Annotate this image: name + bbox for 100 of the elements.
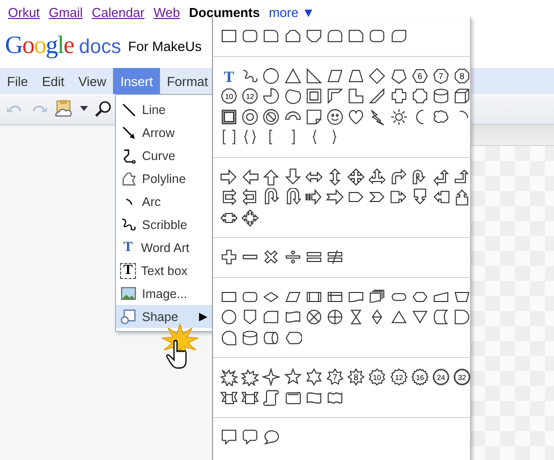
curved-up-arrow-icon[interactable] bbox=[262, 188, 280, 206]
menu-option[interactable]: Polyline bbox=[116, 167, 212, 190]
bracket-pair-icon[interactable] bbox=[220, 128, 238, 146]
left-right-up-arrow-icon[interactable] bbox=[368, 168, 386, 186]
rectangle-icon[interactable] bbox=[220, 27, 238, 45]
menu-item[interactable]: File bbox=[0, 68, 35, 94]
lightning-bolt-icon[interactable] bbox=[368, 108, 386, 126]
half-frame-icon[interactable] bbox=[326, 87, 344, 105]
oval-callout-icon[interactable] bbox=[262, 428, 280, 446]
left-arrow-callout-icon[interactable] bbox=[432, 188, 450, 206]
right-arrow-callout-icon[interactable] bbox=[390, 188, 408, 206]
menu-option[interactable]: Line bbox=[116, 98, 212, 121]
merge-icon[interactable] bbox=[410, 308, 429, 326]
triangle-icon[interactable] bbox=[284, 66, 302, 84]
four-point-star-icon[interactable] bbox=[262, 368, 280, 386]
pie-icon[interactable] bbox=[262, 87, 280, 105]
no-symbol-icon[interactable] bbox=[262, 108, 280, 126]
rounded-rectangle-icon[interactable] bbox=[241, 27, 260, 45]
twelve-point-star-icon[interactable]: 12 bbox=[390, 368, 408, 386]
five-point-star-icon[interactable] bbox=[284, 368, 302, 386]
ellipse-icon[interactable] bbox=[262, 66, 280, 84]
plaque-icon[interactable] bbox=[410, 87, 429, 105]
cube-icon[interactable] bbox=[453, 87, 472, 105]
connector-icon[interactable] bbox=[220, 308, 238, 326]
image-icon[interactable] bbox=[54, 99, 74, 119]
six-point-star-icon[interactable] bbox=[304, 368, 323, 386]
menu-option[interactable]: Arc bbox=[116, 190, 212, 213]
menu-option[interactable]: Scribble bbox=[116, 213, 212, 236]
cross-icon[interactable] bbox=[390, 87, 408, 105]
menu-option[interactable]: Shape ▶ bbox=[116, 305, 212, 328]
quad-arrow-icon[interactable] bbox=[347, 168, 366, 186]
left-up-arrow-icon[interactable] bbox=[432, 168, 450, 186]
menu-option[interactable]: Curve bbox=[116, 144, 212, 167]
sixteen-point-star-icon[interactable]: 16 bbox=[410, 368, 429, 386]
striped-right-arrow-icon[interactable] bbox=[304, 188, 323, 206]
search-icon[interactable] bbox=[94, 100, 112, 118]
octagon-icon[interactable]: 8 bbox=[453, 66, 472, 84]
right-triangle-icon[interactable] bbox=[304, 66, 323, 84]
menu-item[interactable]: View bbox=[71, 68, 114, 94]
nav-link[interactable]: Orkut bbox=[8, 4, 40, 20]
diagonal-stripe-icon[interactable] bbox=[368, 87, 386, 105]
delay-icon[interactable] bbox=[453, 308, 472, 326]
can-icon[interactable] bbox=[432, 87, 450, 105]
vertical-scroll-icon[interactable] bbox=[262, 388, 280, 406]
thirty-two-point-star-icon[interactable]: 32 bbox=[453, 368, 472, 386]
right-arrow-icon[interactable] bbox=[220, 168, 238, 186]
menu-item[interactable]: Format bbox=[160, 68, 215, 94]
rectangular-callout-icon[interactable] bbox=[220, 428, 238, 446]
bent-up-arrow-icon[interactable] bbox=[453, 168, 472, 186]
folded-corner-icon[interactable] bbox=[304, 108, 323, 126]
summing-junction-icon[interactable] bbox=[304, 308, 323, 326]
explosion-two-icon[interactable] bbox=[241, 368, 260, 386]
twenty-four-point-star-icon[interactable]: 24 bbox=[432, 368, 450, 386]
bevel-icon[interactable] bbox=[220, 108, 238, 126]
l-shape-icon[interactable] bbox=[347, 87, 366, 105]
explosion-icon[interactable] bbox=[220, 368, 238, 386]
not-equal-icon[interactable] bbox=[326, 248, 344, 266]
seven-point-star-icon[interactable]: 7 bbox=[326, 368, 344, 386]
rounded-callout-icon[interactable] bbox=[241, 428, 260, 446]
card-icon[interactable] bbox=[262, 308, 280, 326]
dodecagon-icon[interactable]: 12 bbox=[241, 87, 260, 105]
hexagon-icon[interactable]: 6 bbox=[410, 66, 429, 84]
smiley-icon[interactable] bbox=[326, 108, 344, 126]
extract-icon[interactable] bbox=[390, 308, 408, 326]
diamond-icon[interactable] bbox=[368, 66, 386, 84]
nav-link[interactable]: Web bbox=[154, 4, 180, 20]
sun-icon[interactable] bbox=[390, 108, 408, 126]
menu-option[interactable]: Arrow bbox=[116, 121, 212, 144]
nav-link[interactable]: Gmail bbox=[48, 4, 83, 20]
eight-point-star-icon[interactable]: 8 bbox=[347, 368, 366, 386]
multiply-icon[interactable] bbox=[262, 248, 280, 266]
curved-right-arrow-icon[interactable] bbox=[220, 188, 238, 206]
rounded-rectangle-icon[interactable] bbox=[368, 27, 386, 45]
frame-icon[interactable] bbox=[304, 87, 323, 105]
up-arrow-icon[interactable] bbox=[262, 168, 280, 186]
pentagon-icon[interactable] bbox=[390, 66, 408, 84]
nav-link[interactable]: more ▼ bbox=[268, 4, 315, 20]
menu-item[interactable]: Insert bbox=[113, 68, 160, 94]
left-arrow-icon[interactable] bbox=[241, 168, 260, 186]
or-icon[interactable] bbox=[326, 308, 344, 326]
chord-icon[interactable] bbox=[284, 87, 302, 105]
notched-right-arrow-icon[interactable] bbox=[326, 188, 344, 206]
menu-item[interactable]: Edit bbox=[34, 68, 72, 94]
bent-arrow-icon[interactable] bbox=[390, 168, 408, 186]
word-art-icon[interactable]: T bbox=[220, 66, 238, 84]
cloud-icon[interactable] bbox=[432, 108, 450, 126]
menu-option[interactable]: Image... bbox=[116, 282, 212, 305]
menu-option[interactable]: T Text box bbox=[116, 259, 212, 282]
stored-data-icon[interactable] bbox=[432, 308, 450, 326]
nav-link[interactable]: Calendar bbox=[92, 4, 145, 20]
down-arrow-icon[interactable] bbox=[284, 168, 302, 186]
quad-arrow-callout-icon[interactable] bbox=[241, 208, 260, 226]
donut-icon[interactable] bbox=[241, 108, 260, 126]
menu-option[interactable]: T Word Art bbox=[116, 236, 212, 259]
multidocument-icon[interactable] bbox=[368, 288, 386, 306]
sequential-access-storage-icon[interactable] bbox=[220, 328, 238, 346]
heart-icon[interactable] bbox=[347, 108, 366, 126]
divide-icon[interactable] bbox=[284, 248, 302, 266]
ten-point-star-icon[interactable]: 10 bbox=[368, 368, 386, 386]
plus-icon[interactable] bbox=[220, 248, 238, 266]
